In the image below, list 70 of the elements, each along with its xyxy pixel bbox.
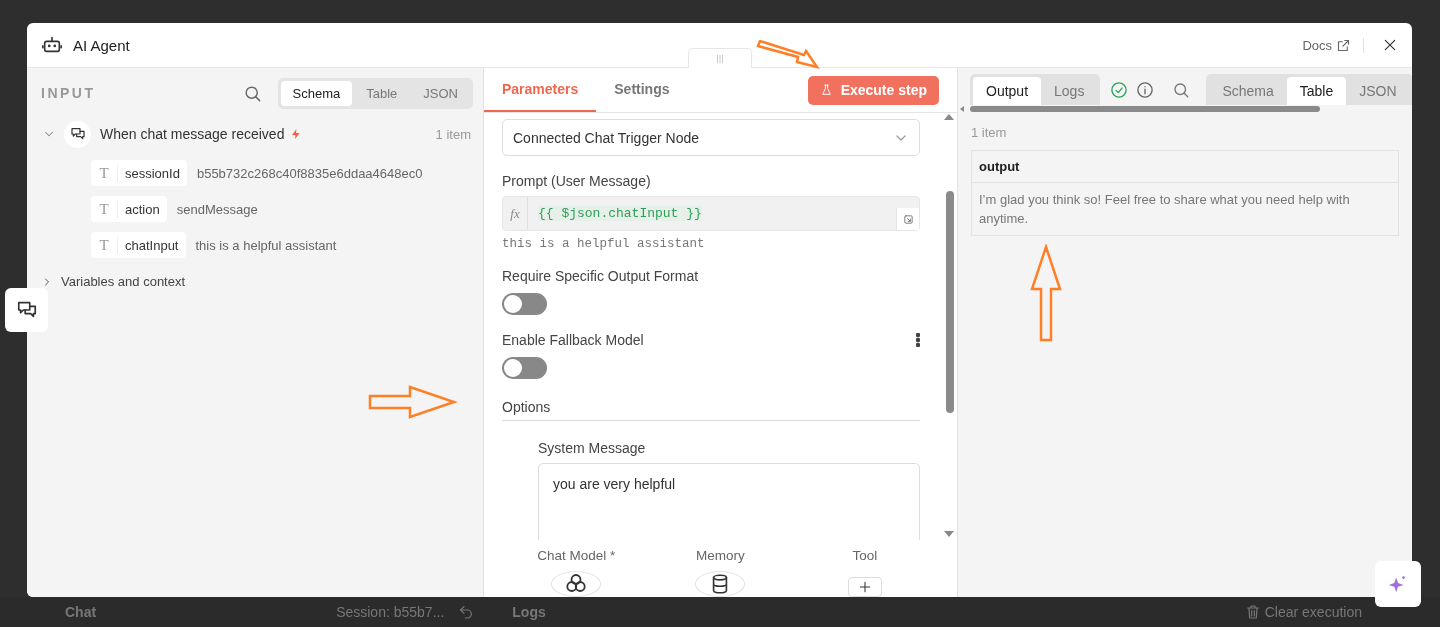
field-key-chip: T action [91,196,167,222]
search-icon [1172,80,1191,99]
check-circle-icon [1110,80,1129,99]
field-label: Prompt (User Message) [502,173,652,189]
trash-icon [1244,603,1261,621]
expand-icon [902,213,914,225]
connector-label: Memory [696,548,745,563]
expression-preview: this is a helpful assistant [502,237,706,251]
sub-node[interactable] [695,571,746,597]
connector-label: Chat Model * [537,548,616,563]
field-key-chip: T chatInput [91,232,186,258]
clear-execution-button[interactable]: Clear execution [1264,604,1362,620]
panel-tab[interactable]: Settings [596,81,688,112]
chat-button[interactable] [5,288,48,332]
panel-tab[interactable]: Parameters [484,81,597,112]
view-tab[interactable]: Schema [280,80,353,106]
docs-link[interactable]: Docs [1302,37,1364,53]
undo-icon [458,604,475,620]
chat-label: Chat [65,604,97,620]
external-link-icon [1336,37,1351,53]
plus-icon [857,580,872,594]
arrow-icon [368,385,458,419]
info-icon [1136,80,1155,99]
dialog-title: AI Agent [73,36,130,54]
field-value: b55b732c268c40f8835e6ddaa4648ec0 [196,165,423,181]
kebab-icon [916,333,920,347]
node-name[interactable]: When chat message received [100,126,285,142]
section-heading: Options [502,399,920,421]
field-value: this is a helpful assistant [195,237,337,253]
view-tab[interactable]: JSON [1346,77,1410,105]
session-label: Session: b55b7... [336,604,445,620]
grip-icon [715,53,725,64]
search-icon [242,83,262,103]
prompt-field[interactable]: fx {{ $json.chatInput }} [502,196,920,231]
drag-handle[interactable] [688,48,752,68]
field-key-chip: T sessionId [91,160,187,186]
item-count: 1 item [435,126,471,142]
view-tab[interactable]: Table [1286,77,1347,105]
flask-icon [819,83,833,97]
view-tab[interactable]: Table [354,80,410,106]
arrow-icon [1030,244,1062,342]
sub-node[interactable] [551,571,602,597]
view-tab[interactable]: Logs [1041,77,1098,105]
view-tab[interactable]: JSON [411,80,470,106]
close-icon [1382,37,1398,53]
ai-assistant-button[interactable] [1375,561,1421,607]
panel-heading: INPUT [41,85,96,101]
field-value: sendMessage [176,201,258,217]
connector-label: Tool [852,548,878,563]
field-label: System Message [538,440,647,456]
arrow-icon [755,40,820,70]
source-select[interactable]: Connected Chat Trigger Node [502,119,920,156]
add-tool-button[interactable] [847,577,882,597]
view-tab[interactable]: Schema [1209,77,1287,105]
execute-step-button[interactable]: Execute step [807,75,939,105]
section-toggle[interactable]: Variables and context [61,274,186,289]
toggle-switch[interactable] [502,293,547,315]
chat-icon [69,126,86,142]
field-label: Enable Fallback Model [502,332,644,348]
scroll-down-icon[interactable] [944,530,954,538]
item-count: 1 item [971,125,1008,140]
system-message-field[interactable]: you are very helpful [538,463,920,540]
column-header: output [971,150,1399,183]
field-label: Require Specific Output Format [502,268,699,284]
scroll-up-icon[interactable] [944,113,954,121]
logs-label: Logs [512,604,546,620]
view-tab[interactable]: Output [973,77,1042,105]
toggle-switch[interactable] [502,357,547,379]
table-cell: I’m glad you think so! Feel free to share what you need help with anytime. [971,182,1399,236]
scroll-left-icon[interactable] [960,106,964,112]
